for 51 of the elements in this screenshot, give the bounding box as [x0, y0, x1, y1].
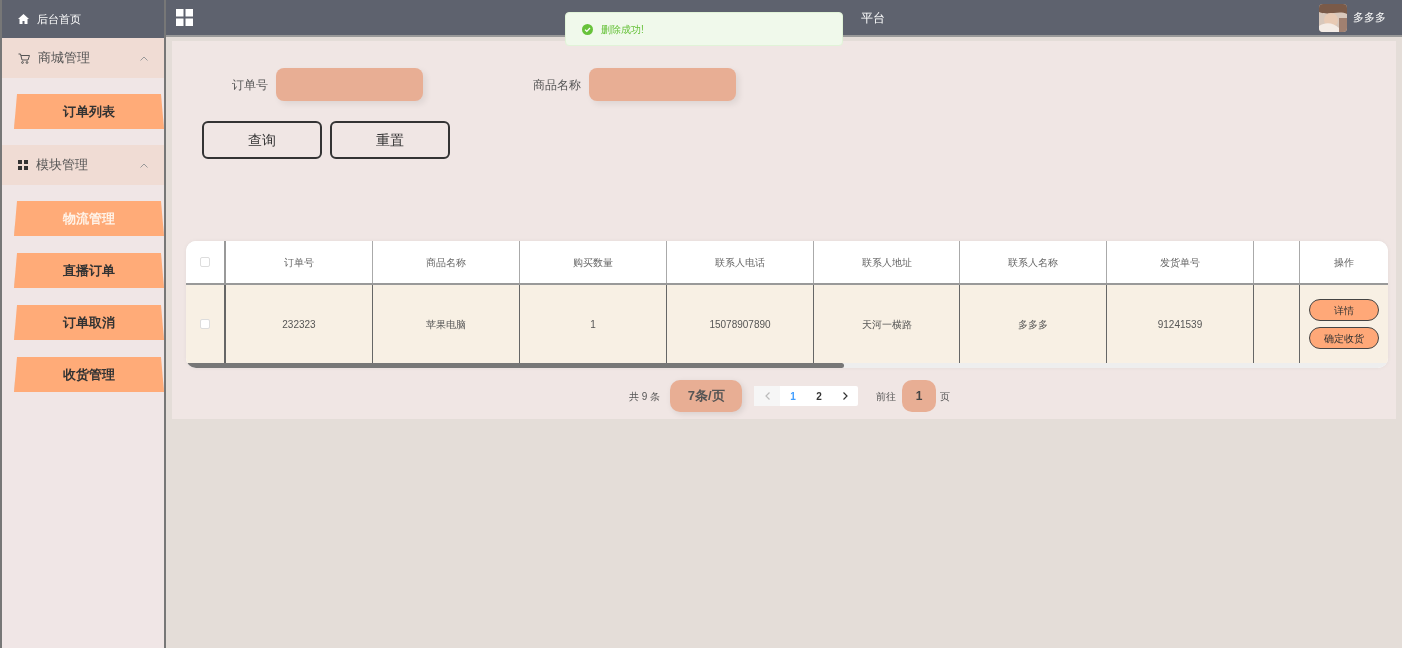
menu-group[interactable]: 商城管理: [2, 38, 164, 78]
user-name: 多多多: [1353, 10, 1386, 26]
page-number[interactable]: 2: [806, 386, 833, 406]
chevron-left-icon[interactable]: [764, 392, 770, 400]
checkbox[interactable]: [200, 257, 210, 267]
action-button[interactable]: 确定收货: [1309, 327, 1379, 349]
column-header: 购买数量: [573, 255, 613, 270]
menu-item[interactable]: 收货管理: [14, 357, 164, 392]
table-cell-text: 多多多: [1018, 317, 1048, 332]
home-icon: [18, 14, 29, 24]
page-size-select[interactable]: 7条/页: [670, 380, 743, 412]
table-cell-text: 苹果电脑: [426, 317, 466, 332]
header-title: 平台: [861, 9, 885, 27]
input-field[interactable]: [276, 68, 423, 101]
column-header: 联系人地址: [861, 255, 912, 270]
chevron-right-icon[interactable]: [842, 392, 848, 400]
table-cell-text: 15078907890: [709, 317, 771, 332]
field-label: 商品名称: [533, 76, 581, 94]
search-button[interactable]: 重置: [330, 121, 450, 159]
checkbox[interactable]: [200, 319, 210, 329]
menu-group[interactable]: 模块管理: [2, 145, 164, 185]
toast-message: 删除成功!: [601, 22, 644, 37]
input-field[interactable]: [589, 68, 736, 101]
column-header: 商品名称: [426, 255, 466, 270]
table-cell-text: 232323: [282, 317, 316, 332]
home-menu-item[interactable]: 后台首页: [2, 0, 164, 38]
grid-icon: [18, 160, 28, 170]
cart-icon: [18, 52, 30, 64]
total-count: 共 9 条: [629, 389, 661, 404]
goto-label: 前往: [876, 389, 897, 404]
column-header: 联系人电话: [715, 255, 765, 270]
field-label: 订单号: [232, 76, 268, 94]
menu-group-label: 模块管理: [36, 156, 89, 175]
menu-item[interactable]: 订单取消: [14, 305, 164, 340]
menu-item[interactable]: 订单列表: [14, 94, 164, 129]
menu-group-label: 商城管理: [38, 49, 91, 68]
table-cell-text: 1: [590, 317, 596, 332]
scrollbar-thumb[interactable]: [186, 363, 844, 368]
table-cell-text: 91241539: [1157, 317, 1203, 332]
table-cell-text: 天河一横路: [861, 317, 912, 332]
column-header: 发货单号: [1160, 255, 1200, 270]
column-header: 操作: [1334, 255, 1354, 270]
column-header: 订单号: [284, 255, 314, 270]
grid-menu-icon[interactable]: [176, 9, 193, 26]
page-jump-field[interactable]: 1: [902, 380, 937, 412]
menu-item[interactable]: 直播订单: [14, 253, 164, 288]
check-circle-icon: [582, 23, 593, 35]
column-header: 联系人名称: [1008, 255, 1058, 270]
search-button[interactable]: 查询: [202, 121, 322, 159]
page-unit: 页: [940, 389, 951, 404]
action-button[interactable]: 详情: [1309, 299, 1379, 321]
